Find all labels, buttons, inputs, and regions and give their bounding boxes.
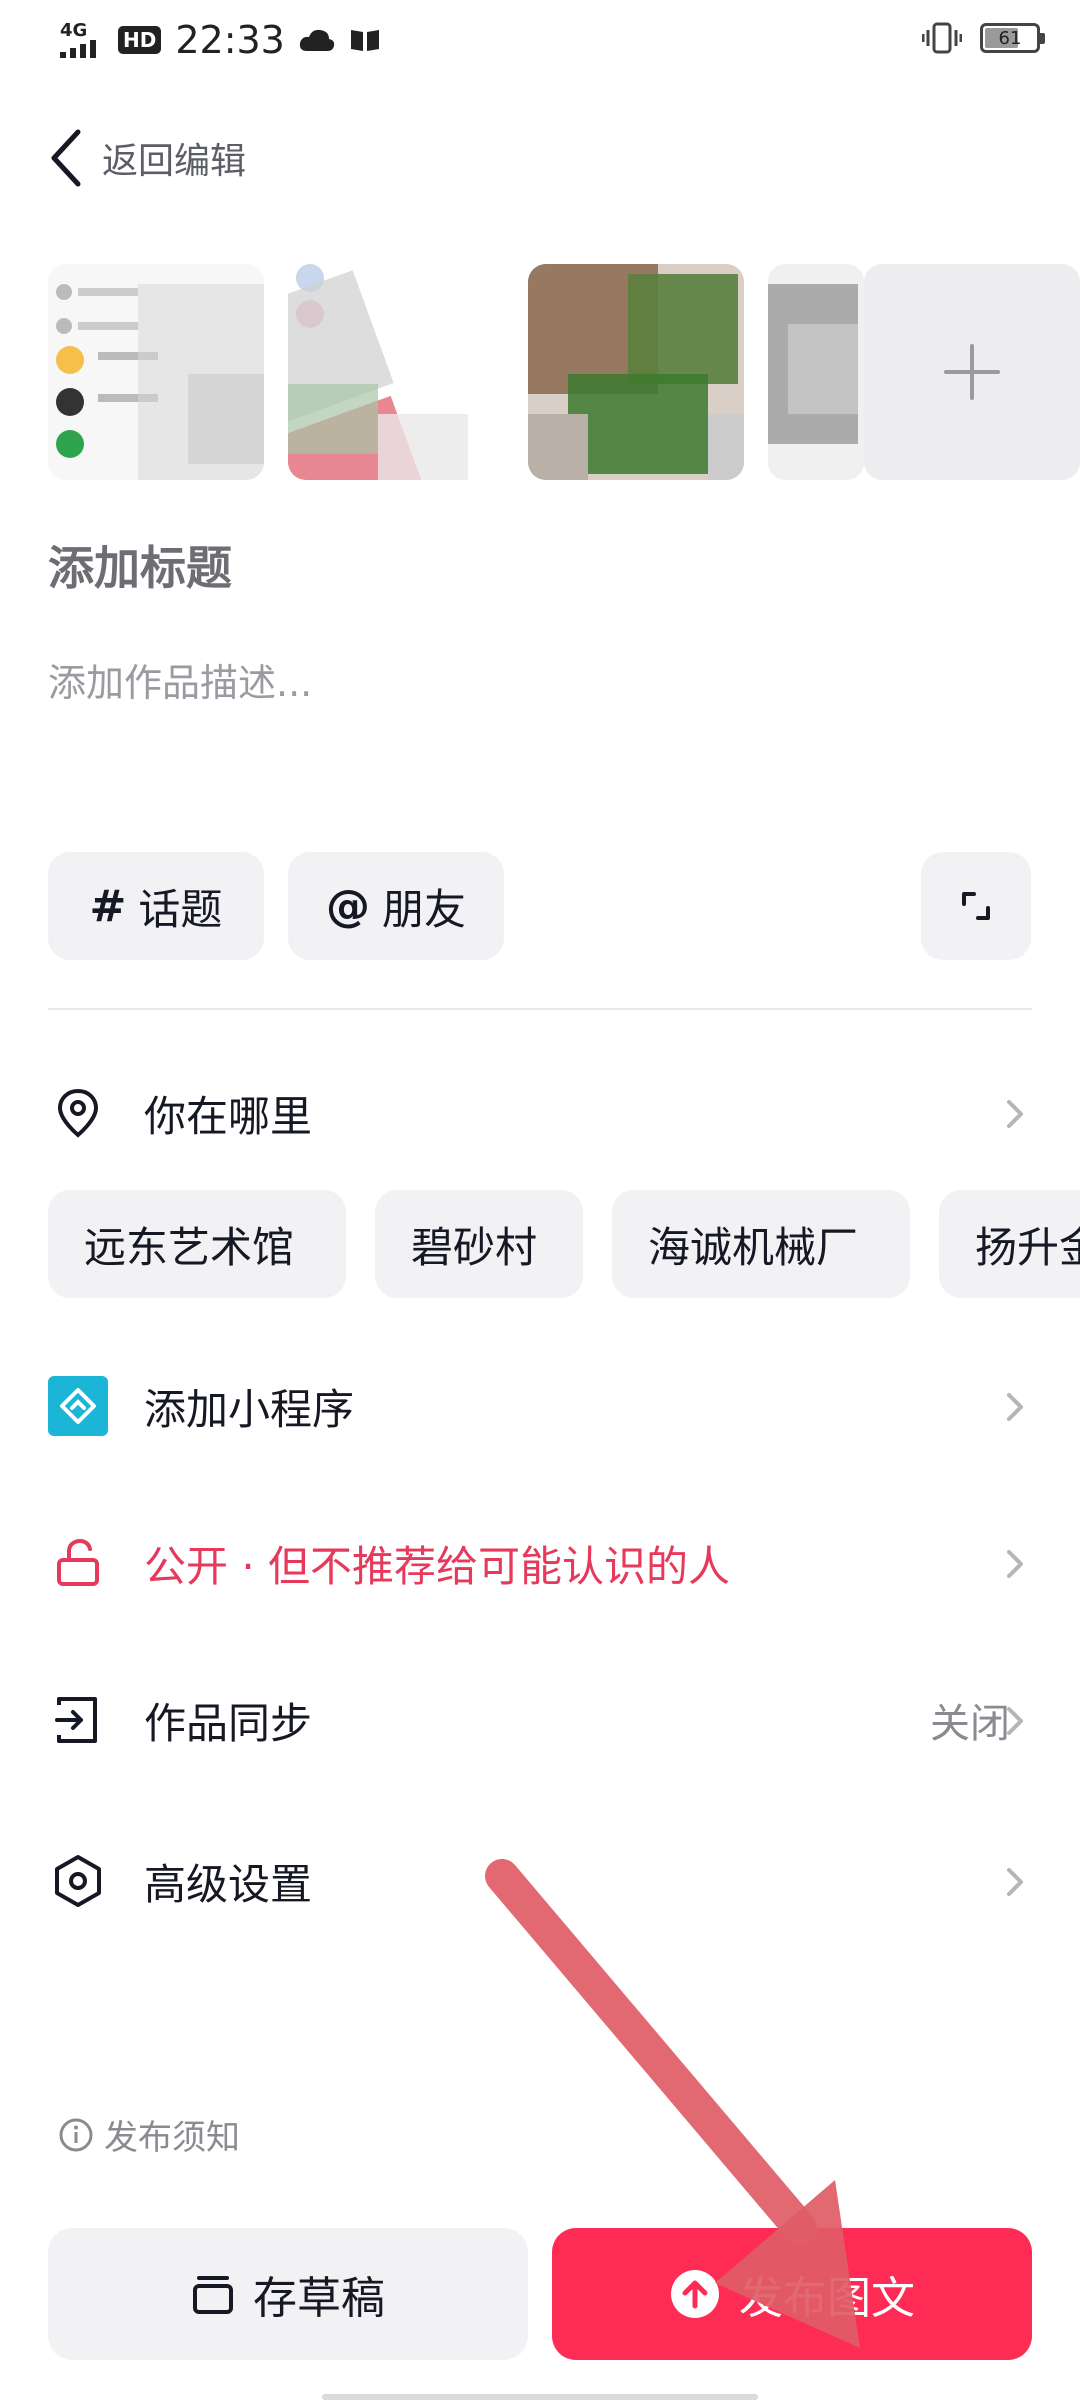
publish-button[interactable]: 发布图文 bbox=[552, 2228, 1032, 2360]
hd-badge: HD bbox=[118, 26, 162, 54]
save-draft-button[interactable]: 存草稿 bbox=[48, 2228, 528, 2360]
location-pin-icon bbox=[48, 1083, 108, 1143]
hexagon-settings-icon bbox=[48, 1851, 108, 1911]
image-thumbnail[interactable] bbox=[528, 264, 744, 480]
battery-indicator: 61 bbox=[980, 23, 1045, 53]
divider bbox=[48, 1008, 1032, 1010]
location-chip-label: 扬升金 bbox=[975, 1222, 1080, 1272]
book-icon bbox=[350, 30, 379, 51]
mini-program-label: 添加小程序 bbox=[144, 1384, 355, 1434]
sync-export-icon bbox=[48, 1690, 108, 1750]
location-chip[interactable]: 海诚机械厂 bbox=[612, 1190, 910, 1298]
chevron-right-icon bbox=[1007, 1100, 1023, 1128]
network-type: 4G bbox=[60, 20, 88, 41]
location-chip-label: 海诚机械厂 bbox=[648, 1222, 859, 1272]
location-chip[interactable]: 碧砂村 bbox=[375, 1190, 583, 1298]
add-mini-program-row[interactable]: 添加小程序 bbox=[48, 1358, 1032, 1454]
cloud-icon bbox=[299, 29, 335, 51]
mention-friend-button[interactable]: @ 朋友 bbox=[288, 852, 504, 960]
add-image-button[interactable] bbox=[864, 264, 1080, 480]
vibrate-icon bbox=[922, 22, 962, 54]
advanced-settings-row[interactable]: 高级设置 bbox=[48, 1833, 1032, 1929]
home-indicator[interactable] bbox=[322, 2394, 758, 2400]
thumbnail-preview-graphic bbox=[48, 264, 264, 480]
clock: 22:33 bbox=[175, 18, 285, 62]
sync-value: 关闭 bbox=[930, 1701, 1010, 1747]
status-left: 4G HD 22:33 bbox=[60, 18, 381, 62]
signal-indicator: 4G bbox=[60, 22, 104, 58]
thumbnail-preview-graphic bbox=[528, 264, 744, 480]
sync-label: 作品同步 bbox=[144, 1698, 313, 1748]
image-thumbnail[interactable] bbox=[768, 264, 864, 480]
chevron-right-icon bbox=[1007, 1550, 1023, 1578]
location-chip-label: 碧砂村 bbox=[411, 1222, 538, 1272]
chevron-right-icon bbox=[1007, 1393, 1023, 1421]
privacy-setting-row[interactable]: 公开 · 但不推荐给可能认识的人 bbox=[48, 1515, 1032, 1611]
at-icon: @ bbox=[325, 880, 370, 932]
advanced-label: 高级设置 bbox=[144, 1859, 313, 1909]
status-bar: 4G HD 22:33 61 bbox=[0, 0, 1080, 80]
unlock-icon bbox=[48, 1533, 108, 1593]
location-label: 你在哪里 bbox=[144, 1091, 313, 1141]
location-suggestions: 远东艺术馆 碧砂村 海诚机械厂 扬升金 bbox=[48, 1190, 1080, 1298]
signal-bars-icon bbox=[60, 40, 96, 58]
work-sync-row[interactable]: 作品同步 关闭 bbox=[48, 1672, 1032, 1768]
description-input[interactable]: 添加作品描述... bbox=[48, 652, 312, 707]
chevron-right-icon bbox=[1007, 1707, 1023, 1735]
privacy-label: 公开 · 但不推荐给可能认识的人 bbox=[144, 1541, 731, 1591]
notice-label: 发布须知 bbox=[104, 2118, 240, 2158]
chevron-left-icon bbox=[51, 129, 81, 187]
location-chip-label: 远东艺术馆 bbox=[84, 1222, 295, 1272]
thumbnail-preview-graphic bbox=[768, 264, 864, 480]
publish-label: 发布图文 bbox=[739, 2273, 915, 2324]
back-to-edit-button[interactable]: 返回编辑 bbox=[48, 128, 246, 188]
topic-label: 话题 bbox=[138, 884, 223, 934]
draft-box-icon bbox=[193, 2276, 233, 2314]
title-input[interactable]: 添加标题 bbox=[48, 532, 232, 598]
chevron-right-icon bbox=[1007, 1868, 1023, 1896]
image-thumbnail[interactable] bbox=[48, 264, 264, 480]
thumbnail-preview-graphic bbox=[288, 264, 504, 480]
expand-icon bbox=[962, 892, 990, 920]
location-chip[interactable]: 远东艺术馆 bbox=[48, 1190, 346, 1298]
location-row[interactable]: 你在哪里 bbox=[48, 1065, 1032, 1161]
info-icon bbox=[59, 2118, 93, 2151]
friend-label: 朋友 bbox=[381, 884, 466, 934]
expand-editor-button[interactable] bbox=[921, 852, 1031, 960]
hashtag-icon: # bbox=[89, 880, 127, 932]
location-chip[interactable]: 扬升金 bbox=[939, 1190, 1080, 1298]
mini-program-icon bbox=[48, 1376, 108, 1436]
battery-level-text: 61 bbox=[998, 27, 1022, 49]
draft-label: 存草稿 bbox=[253, 2273, 385, 2324]
image-thumbnail[interactable] bbox=[288, 264, 504, 480]
topic-button[interactable]: # 话题 bbox=[48, 852, 264, 960]
back-label: 返回编辑 bbox=[102, 141, 247, 182]
plus-icon bbox=[944, 344, 1000, 400]
publish-notice-link[interactable]: 发布须知 bbox=[58, 2110, 240, 2159]
image-thumbnail-strip bbox=[48, 264, 1080, 480]
status-right: 61 bbox=[922, 22, 1045, 54]
upload-arrow-icon bbox=[671, 2270, 719, 2318]
mini-program-icon-wrap bbox=[48, 1376, 108, 1436]
